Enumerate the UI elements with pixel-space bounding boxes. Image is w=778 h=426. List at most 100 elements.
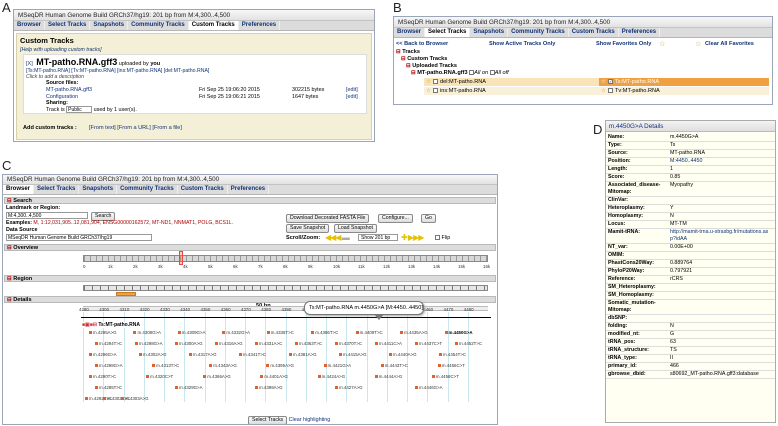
tab-community-tracks[interactable]: Community Tracks [128,21,189,30]
variant-feature[interactable]: m.4386T>C [311,330,338,335]
variant-feature[interactable]: m.4446G>A [415,385,443,390]
data-source-select[interactable]: MSeqDR Human Genome Build GRCh37/hg19 [6,234,152,241]
variant-feature[interactable]: m.4401A>G [260,374,288,379]
variant-feature[interactable]: m.4316A>G [215,341,243,346]
variant-feature[interactable]: m.4296G>A [89,352,117,357]
minus-icon[interactable]: ⊟ [396,49,401,55]
track-checkbox[interactable] [433,88,439,94]
variant-feature[interactable]: m.4395A>G [266,363,294,368]
variant-feature[interactable]: m.4427A>G [335,385,363,390]
select-tracks-button[interactable]: Select Tracks [248,416,288,424]
variant-feature[interactable]: m.4454T>C [439,352,466,357]
download-fasta-select[interactable]: Download Decorated FASTA File [286,214,370,223]
variant-feature[interactable]: m.4302A>G [139,352,167,357]
variant-feature[interactable]: m.4381A>G [289,352,317,357]
minus-icon[interactable]: ⊟ [7,276,12,282]
variant-feature[interactable]: m.4435A>G [400,330,428,335]
variant-feature[interactable]: m.4343A>G [209,363,237,368]
variant-feature[interactable]: m.4313T>C [152,363,179,368]
variant-feature[interactable]: m.4290T>C [89,374,116,379]
config-file-edit[interactable]: [edit] [346,94,358,100]
variant-feature[interactable]: m.4443T>C [380,363,408,368]
variant-feature[interactable]: m.4308G>A [133,330,161,335]
tab-preferences-b[interactable]: Preferences [619,28,661,37]
tab-preferences[interactable]: Preferences [239,21,281,30]
variant-feature[interactable]: m.4440A>G [389,352,417,357]
scroll-left-icons[interactable]: ◀◀◀ ▬ [325,233,350,242]
collapse-toggle[interactable]: [X] [26,61,33,67]
help-link[interactable]: [Help with uploading custom tracks] [20,47,102,53]
tab-custom-tracks-b[interactable]: Custom Tracks [569,28,619,37]
variant-feature[interactable]: m.4294T>C [95,341,122,346]
variant-feature[interactable]: m.4370T>C [335,341,362,346]
tab-community-tracks-c[interactable]: Community Tracks [117,185,178,194]
variant-feature[interactable]: m.4415A>G [339,352,367,357]
variant-feature[interactable]: m.4295A>G [89,330,117,335]
variant-feature[interactable]: m.4424A>G [317,374,345,379]
tab-browser-c[interactable]: Browser [3,185,35,194]
variant-feature[interactable]: m.4411C>A [375,341,402,346]
variant-feature[interactable]: m.4366A>G [203,374,231,379]
variant-feature[interactable]: m.4298G>A [135,341,163,346]
variant-feature[interactable]: m.4456C>T [437,363,465,368]
track-checkbox[interactable] [433,79,439,85]
examples-links[interactable]: M, 1:12,031,905..12,081,904, ENSG0000016… [33,220,233,226]
configure-button[interactable]: Configure... [378,214,413,223]
scroll-right-icons[interactable]: ✚ ▶▶▶ [401,233,424,242]
variant-feature[interactable]: m.4303A>G [121,396,149,401]
variant-feature[interactable]: m.4421G>A [323,363,351,368]
variant-feature[interactable]: m.4320C>T [146,374,173,379]
source-file-edit[interactable]: [edit] [346,87,358,93]
add-track-links[interactable]: [From text] [From a URL] [From a file] [89,125,182,131]
save-snapshot-button[interactable]: Save Snapshot [286,224,330,233]
variant-feature[interactable]: m.4336T>C [266,330,294,335]
detail-value[interactable]: http://mamit-trna.u-strasbg.fr/mutations… [668,228,775,244]
overview-highlight[interactable] [179,251,183,265]
variant-feature[interactable]: m.4285T>C [95,385,122,390]
minus-icon[interactable]: ⊟ [406,63,411,69]
overview-ruler[interactable] [83,255,488,262]
detail-value[interactable]: M:4450..4450 [668,157,775,166]
variant-feature[interactable]: m.4331A>C [255,341,282,346]
tab-preferences-c[interactable]: Preferences [228,185,270,194]
clear-highlighting-link[interactable]: Clear highlighting [289,417,331,423]
source-file-link[interactable]: MT-patho.RNA.gff3 [46,87,92,93]
variant-feature[interactable]: m.4437C>T [415,341,442,346]
back-to-browser[interactable]: << Back to Browser [396,41,448,47]
tab-snapshots[interactable]: Snapshots [90,21,129,30]
minus-icon[interactable]: ⊟ [401,56,406,62]
tab-select-tracks-c[interactable]: Select Tracks [34,185,80,194]
tab-select-tracks[interactable]: Select Tracks [45,21,91,30]
variant-feature[interactable]: m.4363T>C [295,341,322,346]
tab-snapshots-b[interactable]: Snapshots [470,28,509,37]
tab-community-tracks-b[interactable]: Community Tracks [508,28,569,37]
variant-feature[interactable]: m.4317A>G [189,352,217,357]
go-button[interactable]: Go [421,214,436,223]
track-menu-icons[interactable]: ■▣■⊟ [82,322,97,328]
star-icon[interactable]: ☆ [426,88,431,94]
minus-icon[interactable]: ⊟ [411,70,416,76]
variant-feature[interactable]: m.4409T>C [355,330,383,335]
tab-custom-tracks-c[interactable]: Custom Tracks [178,185,228,194]
tab-snapshots-c[interactable]: Snapshots [79,185,118,194]
variant-feature[interactable]: m.4309G>A [177,330,205,335]
landmark-input[interactable]: M:4,300..4,500 [6,212,88,219]
variant-feature[interactable]: m.4399A>G [255,385,283,390]
sharing-select[interactable]: Public [66,106,93,113]
variant-feature[interactable]: m.4332G>A [222,330,250,335]
variant-feature[interactable]: m.4300A>G [175,341,203,346]
variant-feature[interactable]: m.4452T>C [455,341,482,346]
track-checkbox[interactable] [608,88,614,94]
flip-checkbox[interactable] [435,235,440,241]
variant-feature[interactable]: m.4329G>A [175,385,203,390]
star-icon[interactable]: ☆ [601,88,606,94]
region-ruler[interactable] [83,285,488,291]
minus-icon[interactable]: ⊟ [7,297,12,303]
tab-select-tracks-b[interactable]: Select Tracks [425,28,471,37]
show-active-tracks[interactable]: Show Active Tracks Only [489,41,555,47]
variant-feature[interactable]: m.4341T>C [239,352,266,357]
star-icon[interactable]: ☆ [426,79,431,85]
zoom-select[interactable]: Show 201 bp [358,234,398,241]
star-icon[interactable]: ☆ [601,79,606,85]
variant-feature[interactable]: m.4444A>G [374,374,402,379]
